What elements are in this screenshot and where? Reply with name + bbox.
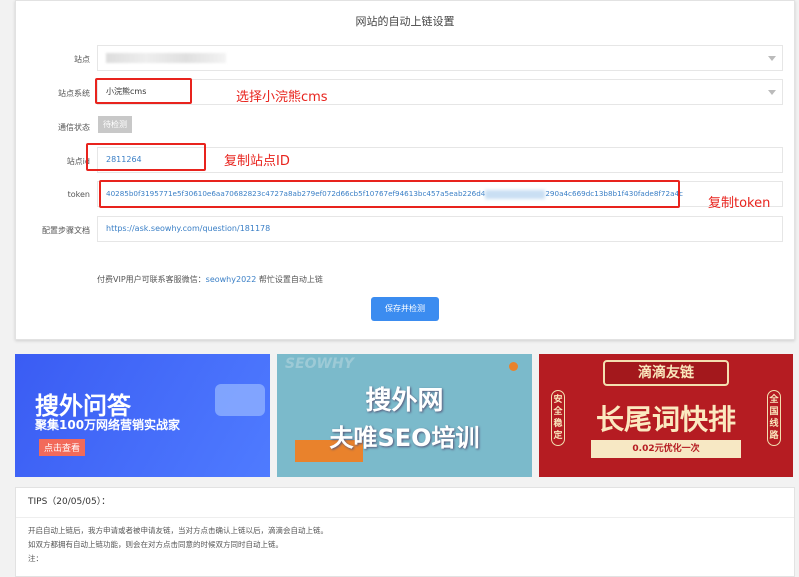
orange-dot: [509, 362, 518, 371]
system-label: 站点系统: [58, 89, 90, 98]
tips-line: 如双方都拥有自动上链功能，则会在对方点击同意的时候双方同时自动上链。: [28, 540, 283, 549]
tips-title: TIPS（20/05/05）：: [16, 488, 794, 518]
token-label: token: [67, 190, 90, 199]
siteid-label: 站点id: [66, 157, 90, 166]
chevron-down-icon: [768, 56, 776, 61]
tips-line: 开启自动上链后，我方申请或者被申请友链，当对方点击确认上链以后，滴滴会自动上链。: [28, 526, 328, 535]
blurred-site-value: [106, 52, 226, 63]
banner-subtitle: 夫唯SEO培训: [329, 424, 480, 452]
highlight-system: [95, 78, 192, 104]
annotation-system: 选择小浣熊cms: [236, 90, 328, 105]
status-badge: 待检测: [98, 116, 132, 133]
status-label: 通信状态: [58, 123, 90, 132]
banner-top-label: 滴滴友链: [603, 360, 729, 386]
highlight-token: [99, 180, 680, 208]
site-label: 站点: [74, 55, 90, 64]
banner-seo-training[interactable]: SEOWHY 搜外网 夫唯SEO培训: [277, 354, 532, 477]
vip-text: 付费VIP用户可联系客服微信：: [97, 275, 206, 284]
wechat-id: seowhy2022: [205, 275, 257, 284]
chevron-down-icon: [768, 90, 776, 95]
tips-line: 注：: [28, 554, 43, 563]
banner-price: 0.02元优化一次: [591, 440, 741, 458]
vip-suffix: 帮忙设置自动上链: [256, 275, 323, 284]
banner-subtitle: 聚集100万网络营销实战家: [35, 418, 181, 432]
banner-long-tail[interactable]: 滴滴友链 安全稳定 全国线路 长尾词快排 0.02元优化一次: [539, 354, 793, 477]
save-and-check-button[interactable]: 保存并检测: [371, 297, 439, 321]
doc-label: 配置步骤文档: [42, 226, 90, 235]
doc-link[interactable]: https://ask.seowhy.com/question/181178: [97, 216, 783, 242]
banner-title: 长尾词快排: [595, 403, 736, 436]
annotation-siteid: 复制站点ID: [224, 154, 290, 169]
highlight-siteid: [86, 143, 206, 171]
system-select[interactable]: 小浣熊cms: [97, 79, 783, 105]
page-title: 网站的自动上链设置: [355, 15, 455, 28]
vip-note: 付费VIP用户可联系客服微信：seowhy2022 帮忙设置自动上链: [97, 274, 323, 285]
site-select[interactable]: [97, 45, 783, 71]
annotation-token: 复制token: [708, 196, 771, 211]
chat-bubble-icon: [215, 384, 265, 416]
banner-watermark: SEOWHY: [285, 356, 354, 372]
banner-ask[interactable]: 搜外问答 聚集100万网络营销实战家 点击查看: [15, 354, 270, 477]
banner-button[interactable]: 点击查看: [39, 439, 86, 456]
tips-panel: TIPS（20/05/05）： 开启自动上链后，我方申请或者被申请友链，当对方点…: [15, 487, 795, 577]
banner-title: 搜外网: [365, 386, 444, 416]
